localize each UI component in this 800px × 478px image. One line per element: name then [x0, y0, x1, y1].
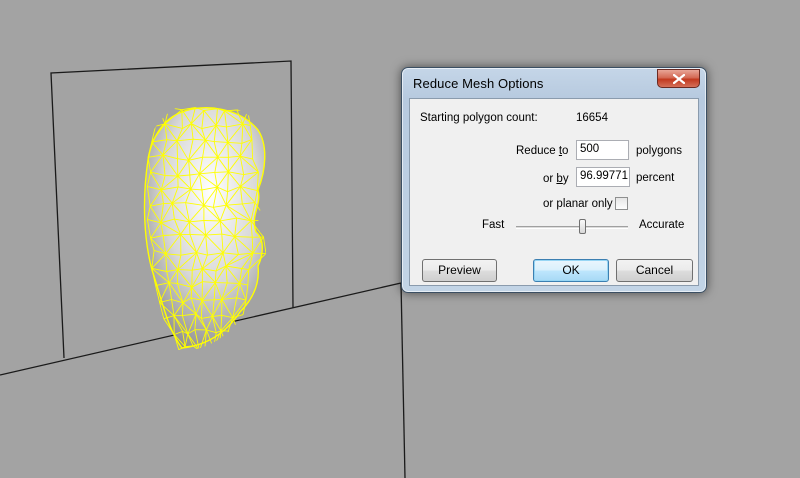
mesh-edge [181, 302, 184, 316]
cancel-button[interactable]: Cancel [616, 259, 693, 282]
reduce-mesh-dialog: Reduce Mesh Options Starting polygon cou… [401, 67, 707, 293]
dialog-body: Starting polygon count: 16654 Reduce to … [409, 98, 699, 286]
mesh-edge [188, 221, 191, 235]
quality-slider-thumb[interactable] [578, 219, 586, 234]
mesh-edge [176, 140, 178, 159]
mesh-edge [202, 299, 215, 301]
starting-count-value: 16654 [576, 112, 608, 124]
reduce-to-input[interactable]: 500 [576, 140, 629, 160]
quality-slider-track[interactable] [516, 226, 628, 229]
mesh-edge [177, 269, 193, 271]
slider-accurate-label: Accurate [639, 219, 685, 231]
ok-button[interactable]: OK [533, 259, 609, 282]
close-button[interactable] [657, 69, 700, 88]
slider-fast-label: Fast [482, 219, 505, 231]
dialog-titlebar[interactable]: Reduce Mesh Options [402, 68, 706, 98]
polygons-unit-label: polygons [636, 145, 683, 157]
mesh-edge [214, 171, 229, 173]
mesh-edge [227, 142, 229, 158]
dialog-title: Reduce Mesh Options [413, 76, 544, 91]
preview-button[interactable]: Preview [422, 259, 497, 282]
reduce-to-label: Reduce to [516, 145, 569, 157]
starting-count-label: Starting polygon count: [420, 112, 538, 124]
mesh-edge [172, 202, 186, 204]
mesh-edge [227, 282, 240, 284]
mesh-edge [234, 236, 253, 238]
percent-unit-label: percent [636, 172, 675, 184]
planar-only-checkbox[interactable] [615, 197, 628, 210]
or-by-label: or by [543, 173, 569, 185]
planar-only-label: or planar only [543, 198, 613, 210]
mesh-edge [252, 252, 267, 255]
close-icon [673, 74, 685, 84]
percent-input[interactable]: 96.99771 [576, 167, 630, 187]
